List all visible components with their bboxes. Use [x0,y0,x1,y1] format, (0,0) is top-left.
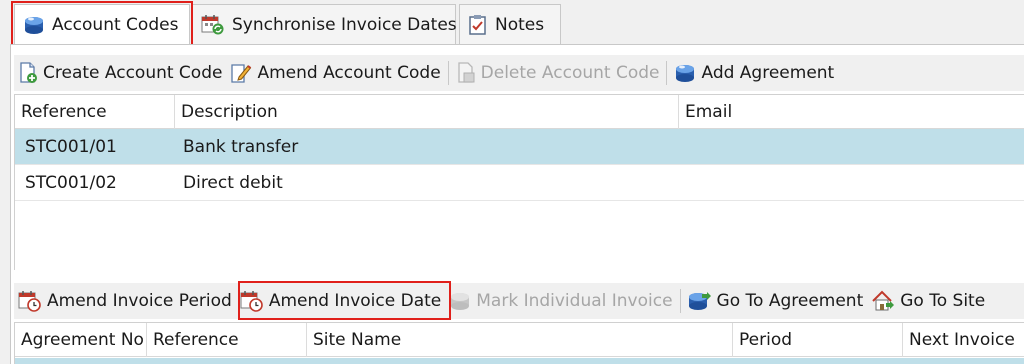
tab-synchronise-invoice-dates[interactable]: Synchronise Invoice Dates [192,4,457,44]
amend-invoice-date-label: Amend Invoice Date [268,291,442,311]
account-codes-toolbar: Create Account Code Amend Account Code D… [14,55,1024,91]
amend-invoice-period-button[interactable]: Amend Invoice Period [14,286,236,316]
home-go-icon [872,290,895,311]
delete-document-icon [458,62,475,83]
column-header-description[interactable]: Description [175,95,679,129]
amend-account-code-button[interactable]: Amend Account Code [226,58,444,88]
calendar-sync-icon [201,14,224,34]
cell-reference: STC001/02 [25,173,117,193]
go-to-agreement-label: Go To Agreement [716,291,864,311]
toolbar-separator [447,61,449,85]
column-header-period[interactable]: Period [733,323,903,357]
amend-invoice-date-button[interactable]: Amend Invoice Date [236,286,445,316]
agreement-go-icon [688,292,711,310]
go-to-site-label: Go To Site [900,291,986,311]
agreements-grid: Agreement No Reference Site Name Period … [14,322,1024,364]
delete-account-code-button[interactable]: Delete Account Code [452,58,664,88]
amend-account-code-label: Amend Account Code [257,63,441,83]
notes-icon [469,14,486,35]
column-header-reference[interactable]: Reference [15,95,175,129]
amend-invoice-period-label: Amend Invoice Period [47,291,232,311]
table-row[interactable]: STC001/01 Bank transfer [15,129,1024,165]
cell-description: Bank transfer [183,137,299,157]
calendar-clock-icon [18,291,41,312]
tab-account-codes-label: Account Codes [52,14,179,35]
delete-account-code-label: Delete Account Code [480,63,660,83]
calendar-clock-icon [240,291,263,312]
tab-notes[interactable]: Notes [459,4,561,44]
create-account-code-button[interactable]: Create Account Code [14,58,226,88]
toolbar-separator [679,289,681,313]
tab-synchronise-label: Synchronise Invoice Dates [232,14,457,35]
disabled-agreement-icon [451,293,470,310]
selected-row[interactable] [15,358,1024,364]
column-header-agreement-no[interactable]: Agreement No [15,323,147,357]
column-header-site-name[interactable]: Site Name [307,323,733,357]
add-agreement-button[interactable]: Add Agreement [670,58,838,88]
account-codes-grid: Reference Description Email STC001/01 Ba… [14,94,1024,270]
table-row[interactable]: STC001/02 Direct debit [15,165,1024,201]
column-header-next-invoice[interactable]: Next Invoice [903,323,1024,357]
mark-individual-invoice-label: Mark Individual Invoice [476,291,673,311]
column-header-reference[interactable]: Reference [147,323,307,357]
column-header-email[interactable]: Email [679,95,1024,129]
toolbar-separator [666,61,668,85]
grid-header: Reference Description Email [15,95,1024,129]
new-document-icon [20,62,37,83]
mark-individual-invoice-button[interactable]: Mark Individual Invoice [445,286,676,316]
go-to-site-button[interactable]: Go To Site [867,286,989,316]
tab-account-codes[interactable]: Account Codes [14,4,190,44]
create-account-code-label: Create Account Code [43,63,223,83]
edit-document-icon [231,64,252,83]
add-agreement-label: Add Agreement [701,63,835,83]
tab-strip: Account Codes Synchronise Invoice Dates … [0,0,1024,48]
go-to-agreement-button[interactable]: Go To Agreement [684,286,868,316]
grid-header: Agreement No Reference Site Name Period … [15,323,1024,357]
cell-description: Direct debit [183,173,283,193]
tab-notes-label: Notes [495,14,545,35]
cell-reference: STC001/01 [25,137,117,157]
account-codes-icon [25,16,43,34]
agreement-icon [676,65,695,82]
agreements-toolbar: Amend Invoice Period Amend Invoice Date … [14,283,1024,319]
